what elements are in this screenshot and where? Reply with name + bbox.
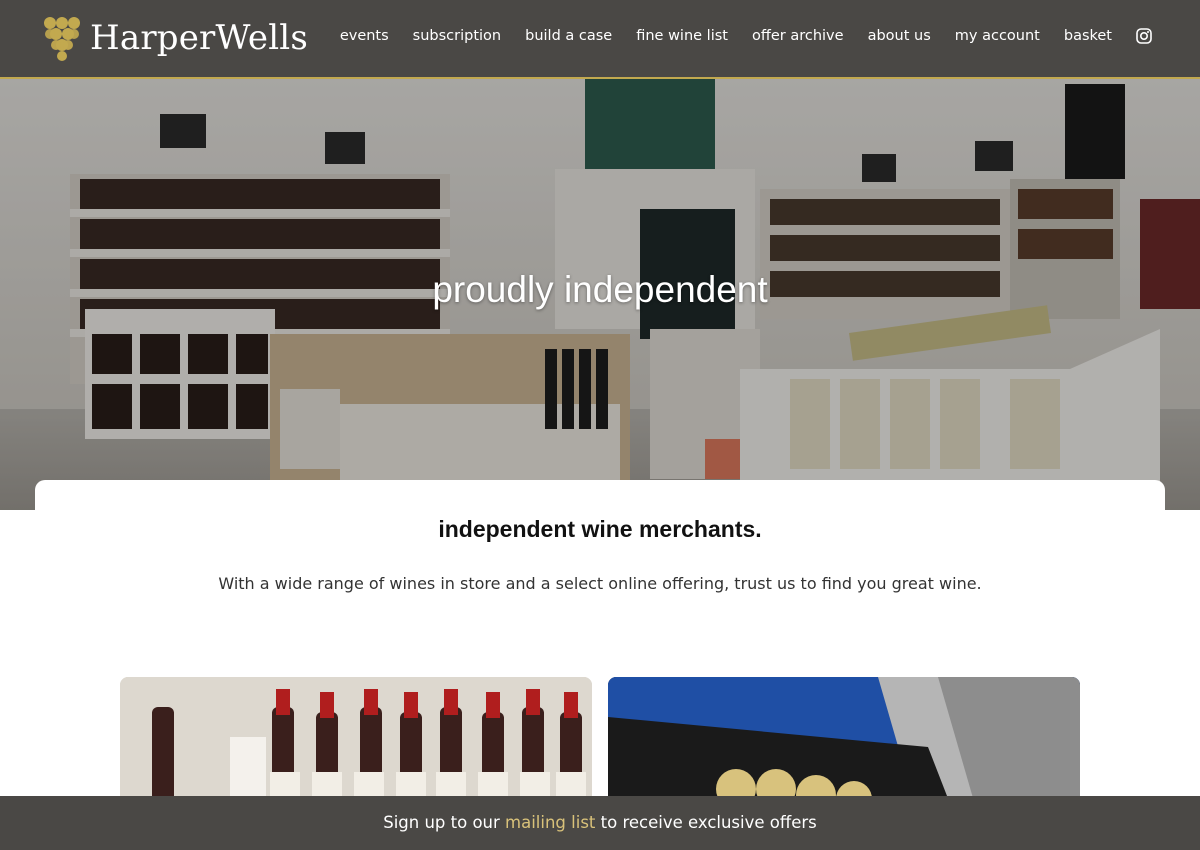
hero-title: proudly independent <box>432 269 768 310</box>
nav-events[interactable]: events <box>340 28 389 44</box>
nav-fine-wine-list[interactable]: fine wine list <box>636 28 728 44</box>
main-nav: events subscription build a case fine wi… <box>316 28 1152 44</box>
intro-card: independent wine merchants. With a wide … <box>35 480 1165 640</box>
nav-basket[interactable]: basket <box>1064 28 1112 44</box>
nav-offer-archive[interactable]: offer archive <box>752 28 844 44</box>
nav-my-account[interactable]: my account <box>955 28 1040 44</box>
signup-text-after: to receive exclusive offers <box>595 813 817 832</box>
hero-banner: proudly independent <box>0 79 1200 510</box>
mailing-list-banner: Sign up to our mailing list to receive e… <box>0 796 1200 850</box>
nav-about-us[interactable]: about us <box>868 28 931 44</box>
nav-build-a-case[interactable]: build a case <box>525 28 612 44</box>
nav-subscription[interactable]: subscription <box>413 28 501 44</box>
intro-heading: independent wine merchants. <box>438 516 762 542</box>
intro-text: With a wide range of wines in store and … <box>218 574 982 593</box>
instagram-icon[interactable] <box>1136 28 1152 44</box>
brand-name: HarperWells <box>90 18 309 58</box>
site-header: HarperWells events subscription build a … <box>0 0 1200 79</box>
logo[interactable]: HarperWells <box>42 15 308 61</box>
mailing-list-link[interactable]: mailing list <box>505 813 595 832</box>
signup-text-before: Sign up to our <box>383 813 506 832</box>
grape-logo-icon <box>44 17 80 61</box>
